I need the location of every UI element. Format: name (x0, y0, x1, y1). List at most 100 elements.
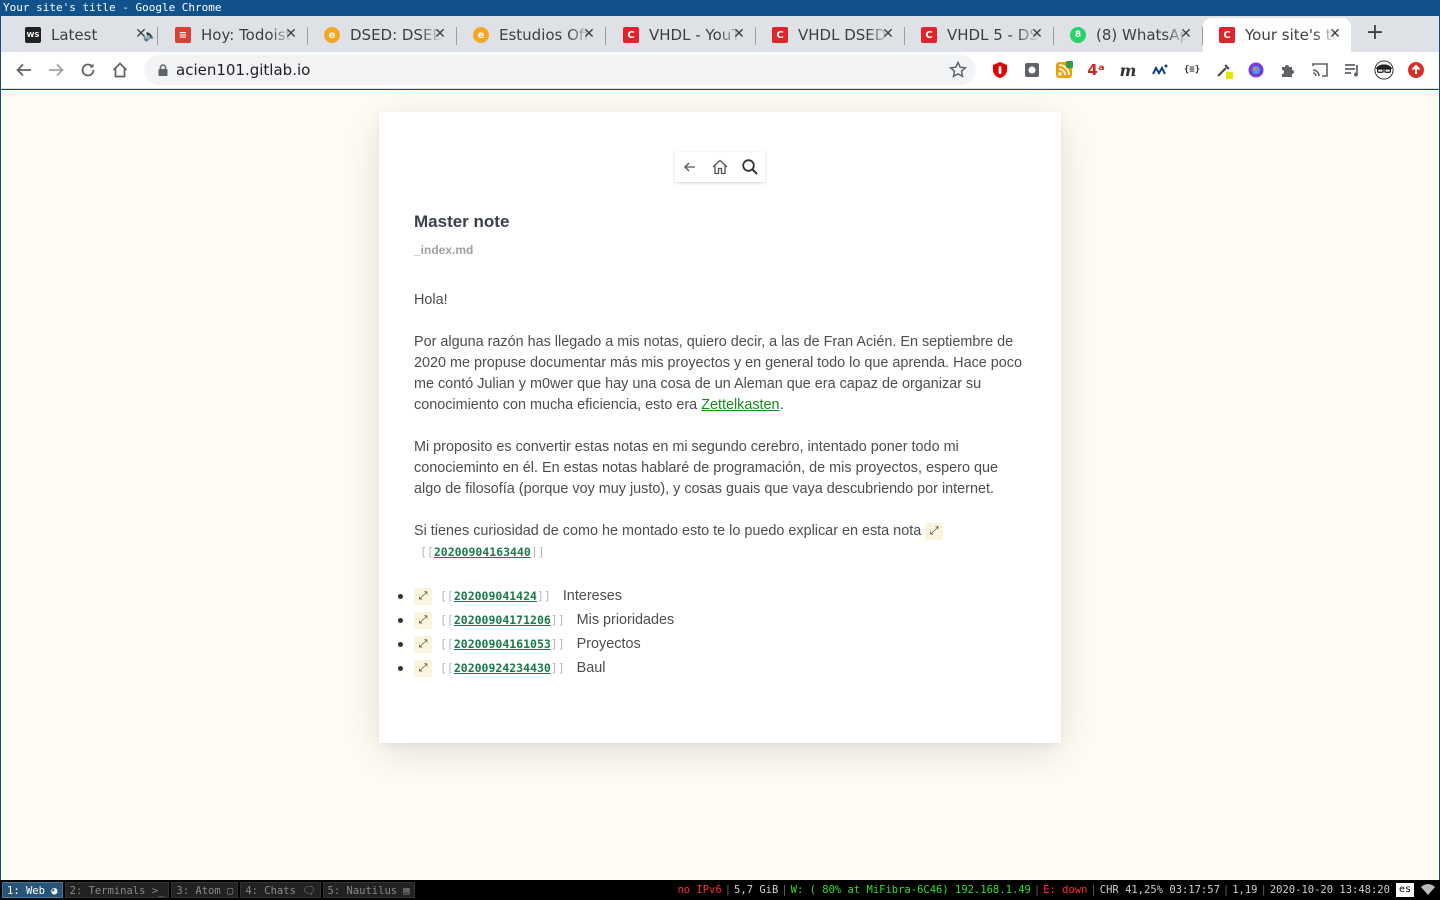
curiosity-text: Si tienes curiosidad de como he montado … (414, 523, 922, 539)
tab-close-icon[interactable]: ✕ (133, 26, 149, 42)
bracket-open: [[ (440, 589, 454, 603)
media-queue-icon[interactable] (1342, 60, 1362, 80)
intro-paragraph: Por alguna razón has llegado a mis notas… (414, 332, 1024, 416)
expand-icon[interactable]: ⤢ (414, 587, 432, 605)
browser-tab[interactable]: C VHDL 5 - DSED✕ (905, 18, 1054, 52)
note-search-button[interactable] (735, 152, 765, 182)
browser-tab[interactable]: C VHDL DSED ✕ (756, 18, 905, 52)
tab-close-icon[interactable]: ✕ (1029, 26, 1045, 42)
profile-avatar-icon[interactable] (1374, 60, 1394, 80)
browser-tab[interactable]: WS Latest 🔈 ✕ (9, 18, 158, 52)
browser-tab[interactable]: 8 (8) WhatsApp✕ (1054, 18, 1203, 52)
tab-title: Estudios Oficiales (499, 26, 591, 44)
tab-close-icon[interactable]: ✕ (283, 26, 299, 42)
tab-title: DSED: DSED (350, 26, 442, 44)
orange-e-favicon-icon: e (324, 27, 340, 43)
privacy-extension-icon[interactable] (1022, 60, 1042, 80)
workspace-bar: 1: Web ◕ 2: Terminals >_ 3: Atom ▢ 4: Chats… (2, 882, 417, 898)
tab-title: VHDL - YouTube (649, 26, 741, 44)
c-favicon-icon: C (921, 27, 937, 43)
tray-network-icon[interactable] (1420, 883, 1436, 897)
update-menu-icon[interactable] (1406, 60, 1426, 80)
four-a-extension-icon[interactable]: 4ᵃ (1086, 60, 1106, 80)
tab-close-icon[interactable]: ✕ (432, 26, 448, 42)
tab-close-icon[interactable]: ✕ (880, 26, 896, 42)
curiosity-paragraph: Si tienes curiosidad de como he montado … (414, 521, 1024, 563)
list-item-label: Intereses (562, 588, 623, 604)
new-tab-button[interactable]: + (1363, 22, 1387, 46)
eyedropper-extension-icon[interactable] (1214, 60, 1234, 80)
expand-icon[interactable]: ⤢ (414, 659, 432, 677)
back-button[interactable] (12, 58, 36, 82)
expand-icon[interactable]: ⤢ (414, 611, 432, 629)
workspace-button[interactable]: 2: Terminals >_ (64, 882, 170, 898)
rss-extension-icon[interactable] (1054, 60, 1074, 80)
tab-title: VHDL 5 - DSED (947, 26, 1039, 44)
forward-button[interactable] (44, 58, 68, 82)
load-status: 1,19 (1232, 884, 1258, 896)
wifi-status: W: ( 80% at MiFibra-6C46) 192.168.1.49 (790, 884, 1031, 896)
movistar-extension-icon[interactable] (1150, 60, 1170, 80)
tab-separator (157, 27, 158, 45)
browser-tab[interactable]: e Estudios Oficiales✕ (457, 18, 606, 52)
list-item: ⤢ [[20200904161053]] Proyectos (398, 632, 1014, 656)
tab-close-icon[interactable]: ✕ (731, 26, 747, 42)
ipv6-status: no IPv6 (677, 884, 722, 896)
ethernet-status: E: down (1043, 884, 1088, 896)
note-home-button[interactable] (705, 152, 735, 182)
tab-close-icon[interactable]: ✕ (1327, 26, 1343, 42)
browser-toolbar: acien101.gitlab.io 4ᵃ m {≡} (1, 52, 1439, 89)
address-bar[interactable]: acien101.gitlab.io (144, 55, 976, 85)
ws-favicon-icon: WS (25, 27, 41, 43)
browser-tab[interactable]: ≡ Hoy: Todoist ✕ (159, 18, 308, 52)
bracket-open: [[ (420, 545, 434, 559)
workspace-button[interactable]: 4: Chats 🗨 (240, 882, 321, 898)
note-title: Master note (414, 212, 510, 231)
expand-icon[interactable]: ⤢ (925, 522, 944, 540)
puzzle-extensions-icon[interactable] (1278, 60, 1298, 80)
bookmark-star-icon[interactable] (948, 60, 968, 80)
note-id-link[interactable]: 20200904171206 (454, 613, 551, 627)
reload-button[interactable] (76, 58, 100, 82)
home-button[interactable] (108, 58, 132, 82)
bracket-open: [[ (440, 613, 454, 627)
note-id-link[interactable]: 202009041424 (454, 589, 537, 603)
workspace-button[interactable]: 5: Nautilus ▤ (322, 882, 415, 898)
c-favicon-icon: C (772, 27, 788, 43)
list-item: ⤢ [[20200924234430]] Baul (398, 656, 1014, 680)
workspace-button[interactable]: 3: Atom ▢ (171, 882, 239, 898)
json-extension-icon[interactable]: {≡} (1182, 60, 1202, 80)
ublock-extension-icon[interactable] (990, 60, 1010, 80)
expand-icon[interactable]: ⤢ (414, 635, 432, 653)
keyboard-layout-badge[interactable]: es (1395, 883, 1414, 897)
note-back-button[interactable] (675, 152, 705, 182)
bracket-close: ]] (530, 545, 545, 559)
firefox-relay-extension-icon[interactable] (1246, 60, 1266, 80)
browser-tab[interactable]: e DSED: DSED ✕ (308, 18, 457, 52)
workspace-button[interactable]: 1: Web ◕ (2, 882, 63, 898)
tab-title: (8) WhatsApp (1096, 26, 1188, 44)
wikilink: [[20200904161053]] (440, 637, 565, 651)
note-id-link[interactable]: 20200904161053 (454, 637, 551, 651)
i3-status-bar: 1: Web ◕ 2: Terminals >_ 3: Atom ▢ 4: Chats… (0, 880, 1440, 900)
cast-icon[interactable] (1310, 60, 1330, 80)
tab-title: VHDL DSED (798, 26, 887, 44)
tab-close-icon[interactable]: ✕ (1178, 26, 1194, 42)
note-filename: _index.md (414, 243, 474, 257)
lock-icon (158, 64, 168, 76)
m-extension-icon[interactable]: m (1118, 60, 1138, 80)
tab-close-icon[interactable]: ✕ (581, 26, 597, 42)
browser-tab[interactable]: C Your site's title✕ (1203, 18, 1351, 52)
setup-note-link[interactable]: 20200904163440 (434, 545, 531, 559)
wikilink: [[20200904171206]] (440, 613, 565, 627)
note-id-link[interactable]: 20200924234430 (454, 661, 551, 675)
bracket-close: ]] (550, 613, 565, 627)
wikilink: [[20200904163440]] (420, 545, 545, 559)
battery-status: CHR 41,25% 03:17:57 (1099, 884, 1220, 896)
c-favicon-icon: C (1219, 27, 1235, 43)
home-icon (712, 159, 728, 175)
zettelkasten-link[interactable]: Zettelkasten (701, 397, 779, 413)
browser-tab[interactable]: C VHDL - YouTube✕ (607, 18, 756, 52)
note-links-list: ⤢ [[202009041424]] Intereses ⤢ [[20200904171… (398, 584, 1014, 680)
window-title: Your site's title - Google Chrome (0, 0, 1440, 16)
